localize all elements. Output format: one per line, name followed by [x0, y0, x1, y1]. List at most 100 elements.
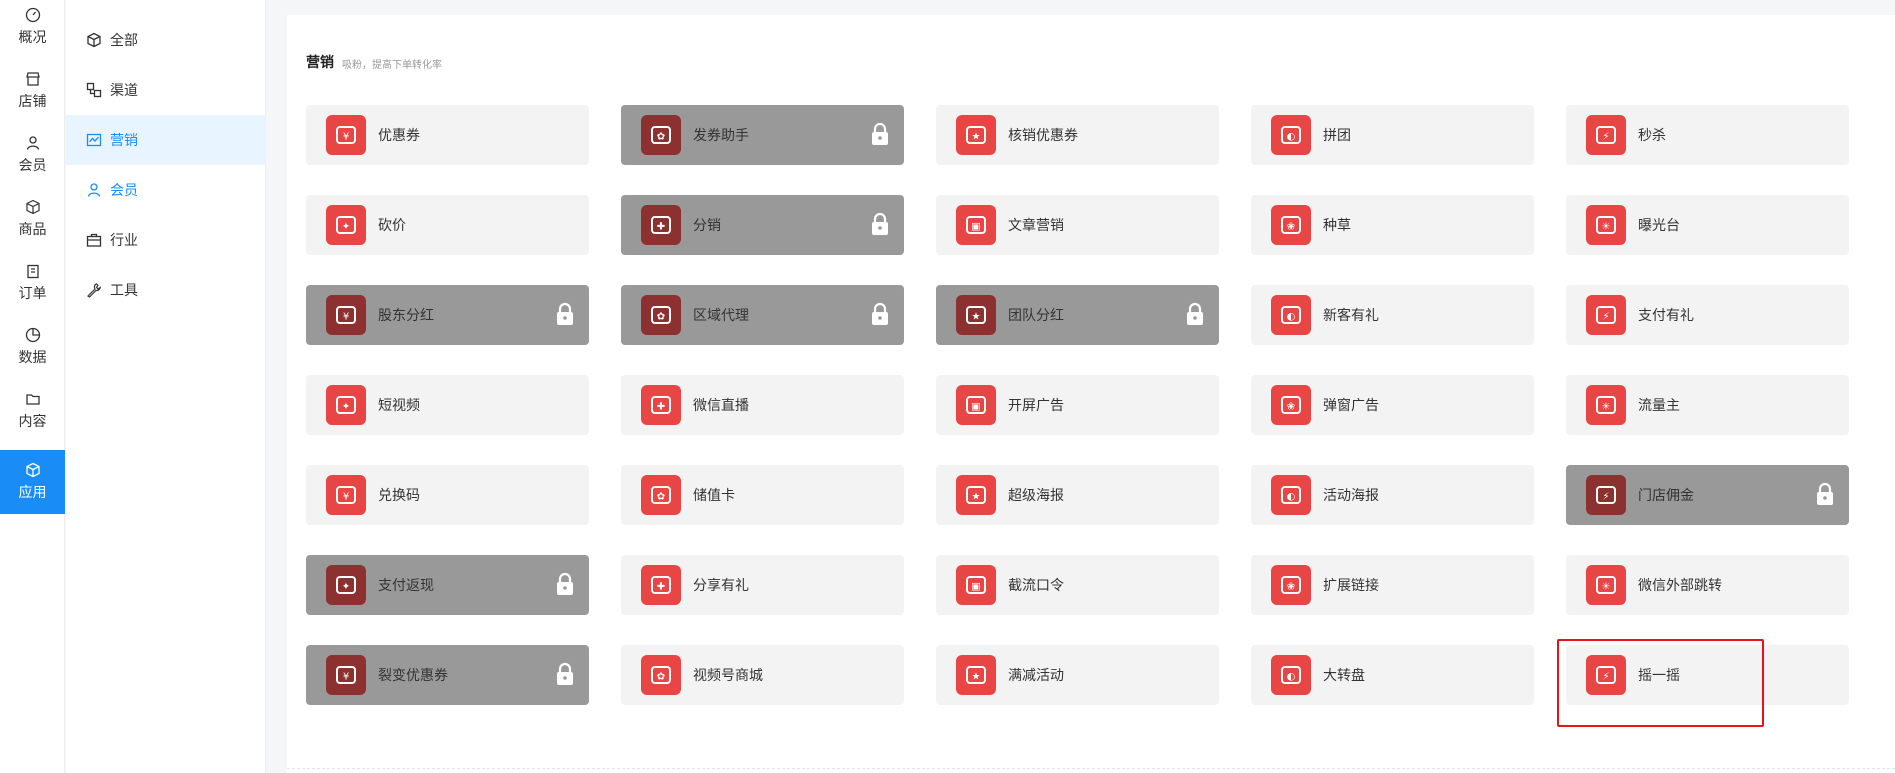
svg-text:▣: ▣ — [971, 582, 980, 593]
lock-icon — [1187, 302, 1203, 325]
sub-item-label: 会员 — [110, 182, 138, 198]
app-card-label: 发券助手 — [693, 127, 749, 143]
app-card[interactable]: ⚡ 门店佣金 — [1566, 465, 1849, 525]
app-card[interactable]: ❀ 种草 — [1251, 195, 1534, 255]
app-card[interactable]: ¥ 裂变优惠券 — [306, 645, 589, 705]
rail-item-data[interactable]: 数据 — [0, 315, 65, 379]
app-card[interactable]: ★ 团队分红 — [936, 285, 1219, 345]
app-card[interactable]: ✚ 分享有礼 — [621, 555, 904, 615]
app-card[interactable]: ⚡ 支付有礼 — [1566, 285, 1849, 345]
app-card[interactable]: ◐ 活动海报 — [1251, 465, 1534, 525]
svg-text:¥: ¥ — [343, 312, 349, 323]
rail-item-goods[interactable]: 商品 — [0, 187, 65, 251]
app-card[interactable]: ★ 满减活动 — [936, 645, 1219, 705]
sub-item-label: 营销 — [110, 132, 138, 148]
svg-text:☀: ☀ — [1602, 402, 1611, 413]
sub-item-tools[interactable]: 工具 — [66, 265, 266, 315]
drop-icon: ☀ — [1586, 385, 1626, 425]
money-bag-icon: ✚ — [641, 205, 681, 245]
svg-text:☀: ☀ — [1602, 222, 1611, 233]
card-icon: ✿ — [641, 475, 681, 515]
sub-item-member[interactable]: 会员 — [66, 165, 266, 215]
app-card[interactable]: ◐ 拼团 — [1251, 105, 1534, 165]
rail-item-label: 会员 — [18, 157, 47, 173]
app-card[interactable]: ★ 核销优惠券 — [936, 105, 1219, 165]
app-card-label: 区域代理 — [693, 307, 749, 323]
rail-item-store[interactable]: 店铺 — [0, 59, 65, 123]
verify-coupon-icon: ★ — [956, 115, 996, 155]
app-card[interactable]: ✿ 储值卡 — [621, 465, 904, 525]
briefcase-icon — [86, 233, 102, 247]
rail-item-content[interactable]: 内容 — [0, 379, 65, 443]
fission-coupon-icon: ¥ — [326, 655, 366, 695]
app-card-label: 股东分红 — [378, 307, 434, 323]
app-card[interactable]: ◐ 大转盘 — [1251, 645, 1534, 705]
app-card[interactable]: ⚡ 摇一摇 — [1566, 645, 1849, 705]
price-tag-icon: ✦ — [326, 205, 366, 245]
rail-item-overview[interactable]: 概况 — [0, 0, 65, 59]
app-card[interactable]: ✦ 短视频 — [306, 375, 589, 435]
commission-icon: ⚡ — [1586, 475, 1626, 515]
rail-item-orders[interactable]: 订单 — [0, 251, 65, 315]
sub-item-label: 工具 — [110, 282, 138, 298]
app-card-label: 大转盘 — [1323, 667, 1365, 683]
app-card-label: 流量主 — [1638, 397, 1680, 413]
rail-item-member[interactable]: 会员 — [0, 123, 65, 187]
svg-text:⚡: ⚡ — [1602, 312, 1609, 323]
app-card[interactable]: ❀ 扩展链接 — [1251, 555, 1534, 615]
timer-icon: ◐ — [1271, 475, 1311, 515]
app-card[interactable]: ✿ 发券助手 — [621, 105, 904, 165]
app-card-label: 微信直播 — [693, 397, 749, 413]
app-card[interactable]: ✦ 支付返现 — [306, 555, 589, 615]
app-card[interactable]: ▣ 开屏广告 — [936, 375, 1219, 435]
lock-icon — [872, 302, 888, 325]
command-icon: ▣ — [956, 565, 996, 605]
app-card[interactable]: ☀ 流量主 — [1566, 375, 1849, 435]
app-card[interactable]: ¥ 优惠券 — [306, 105, 589, 165]
dividend-icon: ¥ — [326, 295, 366, 335]
app-card[interactable]: ✚ 微信直播 — [621, 375, 904, 435]
app-card-label: 门店佣金 — [1638, 487, 1694, 503]
app-card[interactable]: ◐ 新客有礼 — [1251, 285, 1534, 345]
gift-icon: ⚡ — [1586, 295, 1626, 335]
svg-text:✚: ✚ — [657, 402, 665, 413]
pie-icon: ★ — [956, 295, 996, 335]
app-card[interactable]: ✿ 视频号商城 — [621, 645, 904, 705]
section-title: 营销 — [306, 54, 334, 70]
cube-icon — [87, 32, 101, 48]
svg-text:◐: ◐ — [1287, 132, 1296, 143]
lock-icon — [872, 212, 888, 235]
svg-text:⚡: ⚡ — [1602, 132, 1609, 143]
app-card-label: 活动海报 — [1323, 487, 1379, 503]
cube-icon — [25, 462, 40, 478]
app-card-label: 团队分红 — [1008, 307, 1064, 323]
rail-item-apps[interactable]: 应用 — [0, 450, 65, 514]
lock-icon — [557, 662, 573, 685]
svg-text:✿: ✿ — [657, 312, 665, 323]
app-card-label: 开屏广告 — [1008, 397, 1064, 413]
sub-item-all[interactable]: 全部 — [66, 15, 266, 65]
app-card[interactable]: ✚ 分销 — [621, 195, 904, 255]
app-card[interactable]: ❀ 弹窗广告 — [1251, 375, 1534, 435]
svg-text:✿: ✿ — [657, 132, 665, 143]
app-card[interactable]: ✦ 砍价 — [306, 195, 589, 255]
app-card[interactable]: ✿ 区域代理 — [621, 285, 904, 345]
lock-icon — [557, 572, 573, 595]
app-card[interactable]: ☀ 曝光台 — [1566, 195, 1849, 255]
app-card[interactable]: ▣ 截流口令 — [936, 555, 1219, 615]
app-card-label: 扩展链接 — [1323, 577, 1379, 593]
sub-item-marketing[interactable]: 营销 — [66, 115, 266, 165]
sub-item-channel[interactable]: 渠道 — [66, 65, 266, 115]
app-card[interactable]: ☀ 微信外部跳转 — [1566, 555, 1849, 615]
sub-item-industry[interactable]: 行业 — [66, 215, 266, 265]
app-card[interactable]: ★ 超级海报 — [936, 465, 1219, 525]
svg-text:★: ★ — [972, 312, 981, 323]
app-card[interactable]: ¥ 股东分红 — [306, 285, 589, 345]
app-card[interactable]: ⚡ 秒杀 — [1566, 105, 1849, 165]
live-camera-icon: ✚ — [641, 385, 681, 425]
rail-item-label: 数据 — [18, 349, 47, 365]
app-card[interactable]: ▣ 文章营销 — [936, 195, 1219, 255]
article-icon: ▣ — [956, 205, 996, 245]
app-card[interactable]: ¥ 兑换码 — [306, 465, 589, 525]
sun-icon: ☀ — [1586, 205, 1626, 245]
